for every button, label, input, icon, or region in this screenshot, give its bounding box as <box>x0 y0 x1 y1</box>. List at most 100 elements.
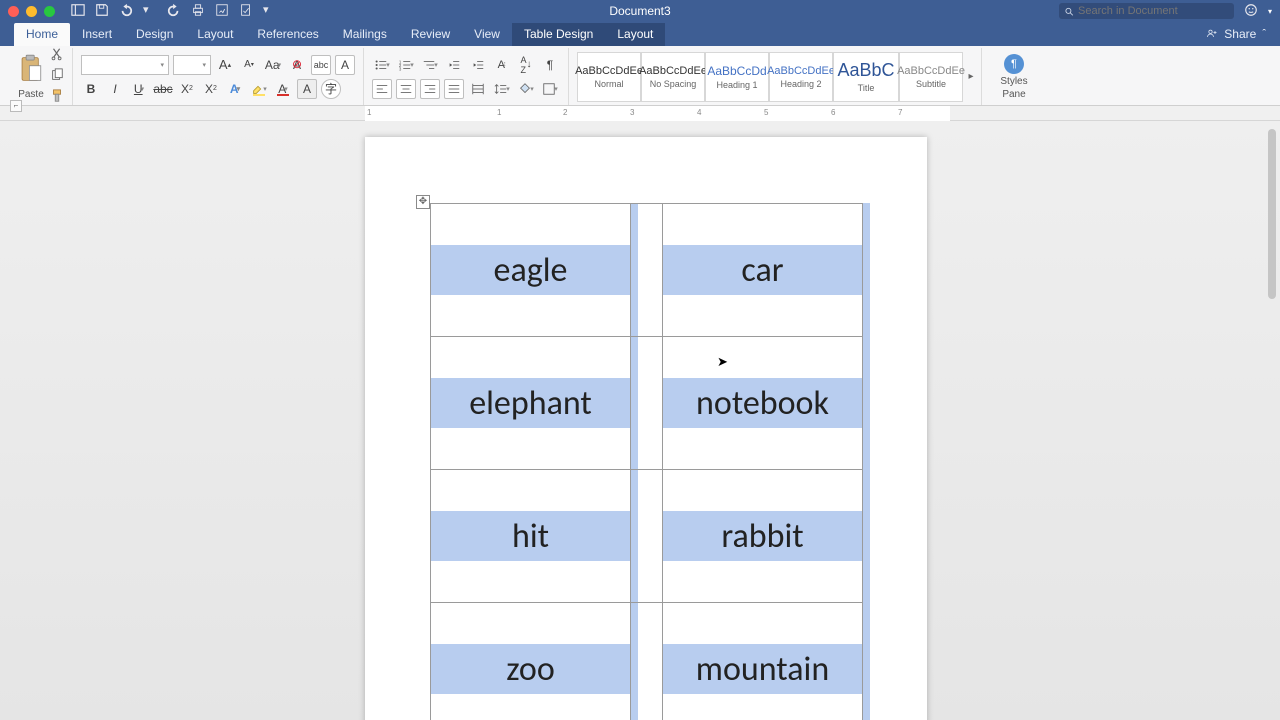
tab-review[interactable]: Review <box>399 23 462 46</box>
borders-icon[interactable]: ▾ <box>540 79 560 99</box>
underline-icon[interactable]: U▾ <box>129 79 149 99</box>
bold-icon[interactable]: B <box>81 79 101 99</box>
tab-insert[interactable]: Insert <box>70 23 124 46</box>
table-row[interactable]: zoo mountain <box>431 603 863 720</box>
gap-cell[interactable] <box>631 470 663 603</box>
close-button[interactable] <box>8 6 19 17</box>
sidebar-toggle-icon[interactable] <box>71 3 85 20</box>
style-subtitle[interactable]: AaBbCcDdEeSubtitle <box>899 52 963 102</box>
style-title[interactable]: AaBbCTitle <box>833 52 899 102</box>
distributed-icon[interactable] <box>468 79 488 99</box>
minimize-button[interactable] <box>26 6 37 17</box>
gap-cell[interactable] <box>631 204 663 337</box>
style-heading-2[interactable]: AaBbCcDdEeHeading 2 <box>769 52 833 102</box>
multilevel-list-icon[interactable]: ▾ <box>420 55 440 75</box>
table-row[interactable]: hit rabbit <box>431 470 863 603</box>
table-cell[interactable]: car <box>663 204 863 337</box>
qat-more-caret[interactable]: ▾ <box>263 3 277 17</box>
align-center-icon[interactable] <box>396 79 416 99</box>
scrollbar-thumb[interactable] <box>1268 129 1276 299</box>
bullets-icon[interactable]: ▾ <box>372 55 392 75</box>
copy-icon[interactable] <box>50 68 64 85</box>
zoom-button[interactable] <box>44 6 55 17</box>
table-move-handle[interactable]: ✥ <box>416 195 430 209</box>
change-case-icon[interactable]: Aa▾ <box>263 55 283 75</box>
increase-indent-icon[interactable] <box>468 55 488 75</box>
table-row[interactable]: elephant notebook <box>431 337 863 470</box>
style-normal[interactable]: AaBbCcDdEeNormal <box>577 52 641 102</box>
new-doc-icon[interactable] <box>239 3 253 20</box>
table-cell[interactable]: notebook <box>663 337 863 470</box>
align-right-icon[interactable] <box>420 79 440 99</box>
clear-formatting-icon[interactable]: A⊘ <box>287 55 307 75</box>
line-spacing-icon[interactable]: ▾ <box>492 79 512 99</box>
justify-icon[interactable] <box>444 79 464 99</box>
undo-icon[interactable] <box>119 3 133 20</box>
save-icon[interactable] <box>95 3 109 20</box>
shading-icon[interactable]: ▾ <box>516 79 536 99</box>
tab-stop-selector[interactable]: ⌐ <box>10 100 22 112</box>
content-table[interactable]: eagle car elephant notebook hit rabbit z… <box>430 203 863 720</box>
superscript-icon[interactable]: X2 <box>201 79 221 99</box>
show-marks-icon[interactable]: ¶ <box>540 55 560 75</box>
search-input[interactable] <box>1078 5 1229 17</box>
style-heading-1[interactable]: AaBbCcDdHeading 1 <box>705 52 769 102</box>
text-effects-icon[interactable]: A▾ <box>225 79 245 99</box>
collapse-ribbon-icon[interactable]: ˆ <box>1262 28 1266 40</box>
feedback-icon[interactable] <box>1244 3 1258 20</box>
tab-design[interactable]: Design <box>124 23 185 46</box>
tab-view[interactable]: View <box>462 23 512 46</box>
subscript-icon[interactable]: X2 <box>177 79 197 99</box>
share-button[interactable]: Share <box>1224 27 1256 41</box>
gap-cell[interactable] <box>631 337 663 470</box>
table-cell[interactable]: elephant <box>431 337 631 470</box>
table-cell[interactable]: eagle <box>431 204 631 337</box>
font-name-combo[interactable]: ▾ <box>81 55 169 75</box>
tab-mailings[interactable]: Mailings <box>331 23 399 46</box>
decrease-indent-icon[interactable] <box>444 55 464 75</box>
phonetic-guide-icon[interactable]: abc <box>311 55 331 75</box>
font-color-icon[interactable]: A▾ <box>273 79 293 99</box>
gap-cell[interactable] <box>631 603 663 720</box>
tab-table-design[interactable]: Table Design <box>512 23 605 46</box>
tab-layout[interactable]: Layout <box>185 23 245 46</box>
tab-home[interactable]: Home <box>14 23 70 46</box>
vertical-scrollbar[interactable] <box>1266 121 1278 720</box>
style-no-spacing[interactable]: AaBbCcDdEeNo Spacing <box>641 52 705 102</box>
numbering-icon[interactable]: 123▾ <box>396 55 416 75</box>
styles-pane-icon[interactable]: ¶ <box>1004 54 1024 74</box>
table-cell[interactable]: zoo <box>431 603 631 720</box>
sort-icon[interactable]: AZ↓ <box>516 55 536 75</box>
enclose-characters-icon[interactable]: 字 <box>321 79 341 99</box>
tab-table-layout[interactable]: Layout <box>605 23 665 46</box>
styles-more-icon[interactable]: ▸ <box>963 52 979 102</box>
cut-icon[interactable] <box>50 47 64 64</box>
styles-pane-label-1[interactable]: Styles <box>1000 76 1027 87</box>
print-icon[interactable] <box>191 3 205 20</box>
redo-icon[interactable] <box>167 3 181 20</box>
tab-references[interactable]: References <box>245 23 330 46</box>
paste-icon[interactable] <box>18 54 44 87</box>
styles-pane-label-2[interactable]: Pane <box>1002 89 1025 100</box>
align-left-icon[interactable] <box>372 79 392 99</box>
strikethrough-icon[interactable]: abc <box>153 79 173 99</box>
horizontal-ruler[interactable]: 1 1 2 3 4 5 6 7 <box>365 106 950 121</box>
feedback-caret[interactable]: ▾ <box>1268 7 1272 16</box>
search-box[interactable] <box>1059 3 1234 19</box>
italic-icon[interactable]: I <box>105 79 125 99</box>
grow-font-icon[interactable]: A▴ <box>215 55 235 75</box>
character-shading-icon[interactable]: A <box>297 79 317 99</box>
table-row[interactable]: eagle car <box>431 204 863 337</box>
highlight-icon[interactable]: ▾ <box>249 79 269 99</box>
format-painter-icon[interactable] <box>50 89 64 106</box>
table-cell[interactable]: mountain <box>663 603 863 720</box>
table-cell[interactable]: rabbit <box>663 470 863 603</box>
font-size-combo[interactable]: ▾ <box>173 55 211 75</box>
quick-print-icon[interactable] <box>215 3 229 20</box>
paste-label[interactable]: Paste <box>18 89 44 100</box>
character-border-icon[interactable]: A <box>335 55 355 75</box>
undo-history-caret[interactable]: ▾ <box>143 3 157 17</box>
text-direction-icon[interactable]: A↕ <box>492 55 512 75</box>
shrink-font-icon[interactable]: A▾ <box>239 55 259 75</box>
table-cell[interactable]: hit <box>431 470 631 603</box>
